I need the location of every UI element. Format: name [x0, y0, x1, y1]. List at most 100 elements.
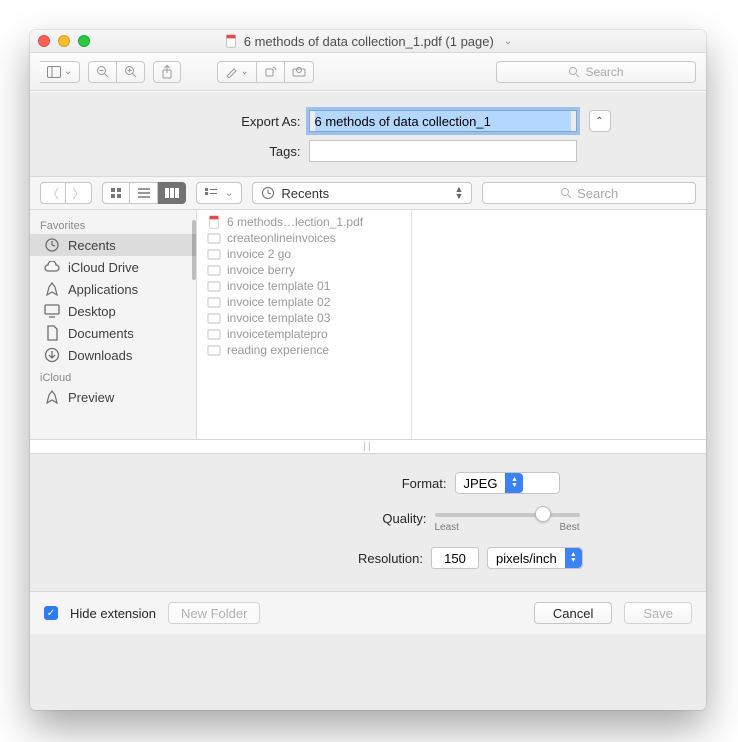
search-icon [568, 66, 580, 78]
sidebar-item-desktop[interactable]: Desktop [30, 300, 196, 322]
folder-icon [207, 279, 221, 293]
sidebar-header-favorites: Favorites [30, 214, 196, 234]
resize-handle[interactable]: || [30, 440, 706, 454]
desktop-icon [44, 303, 60, 319]
file-label: invoice berry [227, 263, 295, 277]
file-label: reading experience [227, 343, 329, 357]
file-label: invoice template 01 [227, 279, 330, 293]
export-options: Format: JPEG ▲▼ Quality: Least Best [30, 454, 706, 591]
browser-toolbar: 〈 〉 ⌄ Recents ▲▼ Search [30, 176, 706, 210]
resolution-input[interactable] [431, 547, 479, 569]
back-button[interactable]: 〈 [40, 182, 66, 204]
file-label: invoice template 02 [227, 295, 330, 309]
file-row[interactable]: 6 methods…lection_1.pdf [197, 214, 411, 230]
cancel-button[interactable]: Cancel [534, 602, 612, 624]
apps-icon [44, 389, 60, 405]
sidebar-item-documents[interactable]: Documents [30, 322, 196, 344]
file-row[interactable]: invoice template 03 [197, 310, 411, 326]
arrange-button[interactable]: ⌄ [196, 182, 242, 204]
file-row[interactable]: invoice berry [197, 262, 411, 278]
updown-icon: ▲▼ [565, 548, 582, 568]
preview-column [412, 210, 706, 439]
sidebar: Favorites Recents iCloud Drive Applicati… [30, 210, 197, 439]
folder-icon [207, 327, 221, 341]
file-label: invoice template 03 [227, 311, 330, 325]
save-button[interactable]: Save [624, 602, 692, 624]
window-title-text: 6 methods of data collection_1.pdf (1 pa… [244, 34, 494, 49]
sidebar-toggle-button[interactable]: ⌄ [40, 61, 80, 83]
new-folder-button[interactable]: New Folder [168, 602, 260, 624]
zoom-in-button[interactable] [117, 61, 145, 83]
file-column[interactable]: 6 methods…lection_1.pdf createonlineinvo… [197, 210, 412, 439]
resolution-unit-value: pixels/inch [496, 551, 557, 566]
file-browser: Favorites Recents iCloud Drive Applicati… [30, 210, 706, 440]
folder-icon [207, 343, 221, 357]
cloud-icon [44, 259, 60, 275]
hide-extension-checkbox[interactable]: ✓ [44, 606, 58, 620]
sidebar-item-preview[interactable]: Preview [30, 386, 196, 408]
sidebar-item-label: Documents [68, 326, 134, 341]
file-label: 6 methods…lection_1.pdf [227, 215, 363, 229]
file-label: invoicetemplatepro [227, 327, 328, 341]
export-dialog-window: 6 methods of data collection_1.pdf (1 pa… [30, 30, 706, 710]
chevron-up-icon: ⌃ [595, 116, 603, 127]
doc-icon [44, 325, 60, 341]
search-icon [560, 187, 572, 199]
expand-browser-button[interactable]: ⌃ [589, 110, 611, 132]
file-label: createonlineinvoices [227, 231, 336, 245]
quality-least-label: Least [435, 522, 459, 533]
main-toolbar: ⌄ ⌄ Search [30, 53, 706, 91]
folder-icon [207, 231, 221, 245]
sidebar-item-label: iCloud Drive [68, 260, 139, 275]
sidebar-item-label: Applications [68, 282, 138, 297]
markup-button[interactable]: ⌄ [217, 61, 256, 83]
zoom-out-button[interactable] [88, 61, 117, 83]
sidebar-header-icloud: iCloud [30, 366, 196, 386]
apps-icon [44, 281, 60, 297]
file-row[interactable]: invoice 2 go [197, 246, 411, 262]
sidebar-item-label: Preview [68, 390, 114, 405]
pdf-icon [207, 215, 221, 229]
export-as-input[interactable] [309, 110, 577, 132]
list-view-button[interactable] [130, 182, 158, 204]
tags-input[interactable] [309, 140, 577, 162]
location-popup[interactable]: Recents ▲▼ [252, 182, 472, 204]
file-row[interactable]: reading experience [197, 342, 411, 358]
dialog-footer: ✓ Hide extension New Folder Cancel Save [30, 591, 706, 634]
clock-icon [261, 186, 275, 200]
sidebar-item-recents[interactable]: Recents [30, 234, 196, 256]
sidebar-item-applications[interactable]: Applications [30, 278, 196, 300]
download-icon [44, 347, 60, 363]
file-row[interactable]: invoicetemplatepro [197, 326, 411, 342]
updown-icon: ▲▼ [454, 186, 463, 200]
file-row[interactable]: invoice template 02 [197, 294, 411, 310]
quality-slider[interactable]: Least Best [435, 504, 580, 533]
file-row[interactable]: invoice template 01 [197, 278, 411, 294]
icon-view-button[interactable] [102, 182, 130, 204]
file-label: invoice 2 go [227, 247, 291, 261]
sidebar-item-label: Recents [68, 238, 116, 253]
format-label: Format: [177, 476, 447, 491]
window-title[interactable]: 6 methods of data collection_1.pdf (1 pa… [30, 34, 706, 49]
share-button[interactable] [153, 61, 181, 83]
pdf-icon [224, 34, 238, 48]
sidebar-item-label: Desktop [68, 304, 116, 319]
rotate-button[interactable] [257, 61, 285, 83]
toolbar-search[interactable]: Search [496, 61, 696, 83]
sidebar-item-icloud[interactable]: iCloud Drive [30, 256, 196, 278]
annotate-button[interactable] [285, 61, 314, 83]
folder-icon [207, 247, 221, 261]
hide-extension-label: Hide extension [70, 606, 156, 621]
format-select[interactable]: JPEG ▲▼ [455, 472, 560, 494]
file-row[interactable]: createonlineinvoices [197, 230, 411, 246]
tags-label: Tags: [126, 144, 301, 159]
chevron-down-icon: ⌄ [504, 36, 512, 47]
forward-button[interactable]: 〉 [66, 182, 92, 204]
folder-icon [207, 263, 221, 277]
column-view-button[interactable] [158, 182, 186, 204]
sidebar-item-downloads[interactable]: Downloads [30, 344, 196, 366]
slider-thumb[interactable] [535, 506, 551, 522]
browser-search[interactable]: Search [482, 182, 696, 204]
updown-icon: ▲▼ [505, 473, 523, 493]
resolution-unit-select[interactable]: pixels/inch ▲▼ [487, 547, 583, 569]
